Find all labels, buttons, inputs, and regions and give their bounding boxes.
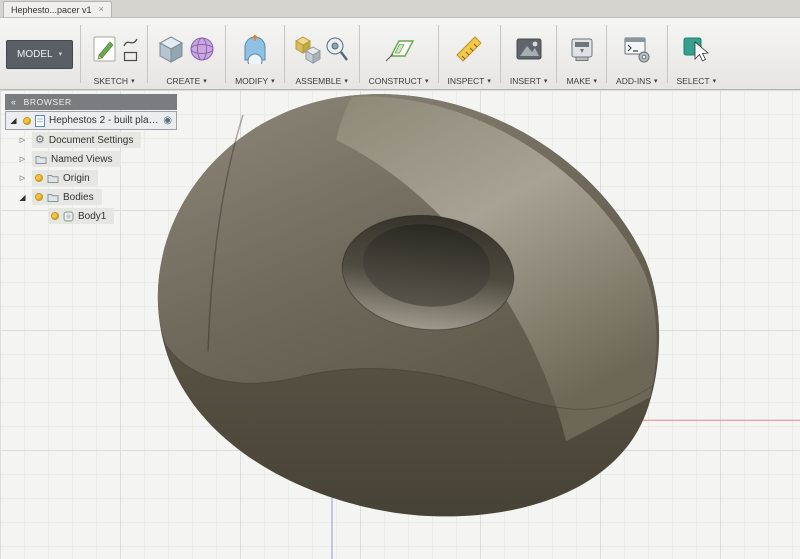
dropdown-arrow-icon: ▾: [487, 78, 491, 85]
toolbar-group-assemble[interactable]: ASSEMBLE ▾: [286, 21, 358, 87]
tree-item-label: Hephestos 2 - built platform t...: [49, 115, 160, 126]
toolbar-group-make[interactable]: MAKE ▾: [558, 21, 605, 87]
dropdown-arrow-icon: ▾: [543, 78, 548, 85]
tree-item-label: Origin: [63, 172, 90, 184]
press-pull-icon[interactable]: [240, 34, 270, 64]
dropdown-arrow-icon: ▾: [203, 78, 207, 85]
create-solid-box-icon[interactable]: [157, 34, 185, 64]
toolbar-separator: [147, 25, 149, 83]
toolbar-group-insert-label: INSERT: [509, 76, 541, 86]
select-cursor-icon[interactable]: [682, 34, 710, 64]
insert-image-icon[interactable]: [515, 34, 543, 64]
spline-icon[interactable]: [123, 36, 138, 49]
create-sketch-icon[interactable]: [90, 34, 120, 64]
expand-arrow-icon[interactable]: ◢: [8, 116, 19, 125]
dropdown-arrow-icon: ▾: [131, 78, 135, 85]
toolbar-group-make-label: MAKE: [566, 76, 591, 86]
measure-ruler-icon[interactable]: [454, 34, 484, 64]
toolbar-group-inspect[interactable]: INSPECT ▾: [440, 21, 499, 87]
tree-item-document-settings[interactable]: ▷ ⚙ Document Settings: [5, 131, 177, 149]
folder-icon: [35, 156, 47, 164]
toolbar-separator: [606, 25, 608, 83]
dropdown-arrow-icon: ▾: [593, 78, 598, 85]
visibility-bulb-icon[interactable]: [35, 193, 43, 201]
toolbar-group-modify[interactable]: MODIFY ▾: [227, 21, 283, 87]
browser-title: BROWSER: [23, 97, 72, 107]
toolbar-separator: [283, 25, 285, 83]
folder-icon: [47, 194, 59, 202]
visibility-bulb-icon[interactable]: [23, 116, 31, 125]
toolbar-group-addins[interactable]: ADD-INS ▾: [608, 21, 665, 87]
workspace-menu-button[interactable]: MODEL ▾: [6, 39, 74, 69]
3d-print-icon[interactable]: [569, 34, 595, 64]
tree-item-origin[interactable]: ▷ Origin: [5, 169, 177, 187]
gear-icon: ⚙: [35, 133, 45, 146]
main-toolbar: MODEL ▾ SKETCH ▾ CREATE ▾ MODIFY ▾ ASSEM…: [0, 18, 800, 90]
expand-arrow-icon[interactable]: ▷: [17, 136, 28, 144]
dropdown-arrow-icon: ▾: [712, 78, 717, 85]
tree-item-bodies[interactable]: ◢ Bodies: [5, 188, 177, 206]
toolbar-group-addins-label: ADD-INS: [616, 76, 651, 86]
folder-icon: [47, 175, 59, 183]
workspace-menu-label: MODEL: [17, 48, 53, 60]
expand-arrow-icon[interactable]: ▷: [17, 155, 28, 163]
toolbar-group-select[interactable]: SELECT ▾: [669, 21, 725, 87]
collapse-panel-icon[interactable]: «: [11, 97, 17, 107]
toolbar-separator: [80, 25, 82, 83]
activate-radio-icon[interactable]: ◉: [163, 115, 172, 126]
expand-arrow-icon[interactable]: ◢: [17, 193, 28, 202]
body-icon: [63, 211, 74, 221]
fusion360-window: Hephesto...pacer v1 × MODEL ▾ SKETCH ▾ C…: [0, 0, 800, 559]
tree-item-label: Body1: [78, 210, 107, 222]
new-component-icon[interactable]: [294, 34, 322, 64]
toolbar-separator: [499, 25, 501, 83]
visibility-bulb-icon[interactable]: [51, 212, 59, 220]
rectangle-tool-icon[interactable]: [123, 51, 138, 62]
toolbar-group-sketch[interactable]: SKETCH ▾: [82, 21, 146, 87]
toolbar-separator: [666, 25, 668, 83]
tree-item-root-document[interactable]: ◢ Hephestos 2 - built platform t... ◉: [5, 111, 177, 130]
document-icon: [35, 114, 45, 127]
dropdown-arrow-icon: ▾: [654, 78, 658, 85]
toolbar-group-construct-label: CONSTRUCT: [368, 76, 423, 86]
toolbar-group-construct[interactable]: CONSTRUCT ▾: [361, 21, 437, 87]
tree-item-label: Document Settings: [48, 134, 134, 146]
toolbar-group-sketch-label: SKETCH: [93, 76, 129, 86]
browser-header[interactable]: « BROWSER: [5, 94, 177, 110]
toolbar-separator: [556, 25, 558, 83]
document-tab[interactable]: Hephesto...pacer v1 ×: [3, 1, 112, 17]
create-mesh-sphere-icon[interactable]: [188, 34, 216, 64]
tree-item-label: Named Views: [51, 153, 113, 165]
toolbar-separator: [225, 25, 227, 83]
dropdown-arrow-icon: ▾: [58, 51, 63, 58]
toolbar-group-inspect-label: INSPECT: [447, 76, 485, 86]
tree-item-named-views[interactable]: ▷ Named Views: [5, 150, 177, 168]
construct-plane-icon[interactable]: [383, 34, 415, 64]
toolbar-separator: [358, 25, 360, 83]
tree-item-label: Bodies: [63, 191, 94, 203]
visibility-bulb-icon[interactable]: [35, 174, 43, 182]
tab-close-icon[interactable]: ×: [99, 5, 104, 14]
browser-panel: « BROWSER ◢ Hephestos 2 - built platform…: [5, 94, 177, 225]
toolbar-group-select-label: SELECT: [676, 76, 710, 86]
expand-arrow-icon[interactable]: ▷: [17, 174, 28, 182]
toolbar-group-assemble-label: ASSEMBLE: [295, 76, 342, 86]
toolbar-group-create-label: CREATE: [166, 76, 201, 86]
model-viewport[interactable]: « BROWSER ◢ Hephestos 2 - built platform…: [0, 90, 800, 559]
dropdown-arrow-icon: ▾: [271, 78, 275, 85]
toolbar-group-modify-label: MODIFY: [235, 76, 269, 86]
toolbar-separator: [437, 25, 439, 83]
joint-icon[interactable]: [325, 34, 350, 64]
document-tab-bar: Hephesto...pacer v1 ×: [0, 0, 800, 18]
toolbar-group-create[interactable]: CREATE ▾: [149, 21, 224, 87]
scripts-addins-icon[interactable]: [623, 34, 651, 64]
tree-item-body1[interactable]: Body1: [5, 207, 177, 225]
dropdown-arrow-icon: ▾: [425, 78, 429, 85]
dropdown-arrow-icon: ▾: [344, 78, 348, 85]
model-body-spacer[interactable]: [157, 94, 660, 517]
toolbar-group-insert[interactable]: INSERT ▾: [502, 21, 556, 87]
document-tab-label: Hephesto...pacer v1: [11, 4, 92, 15]
